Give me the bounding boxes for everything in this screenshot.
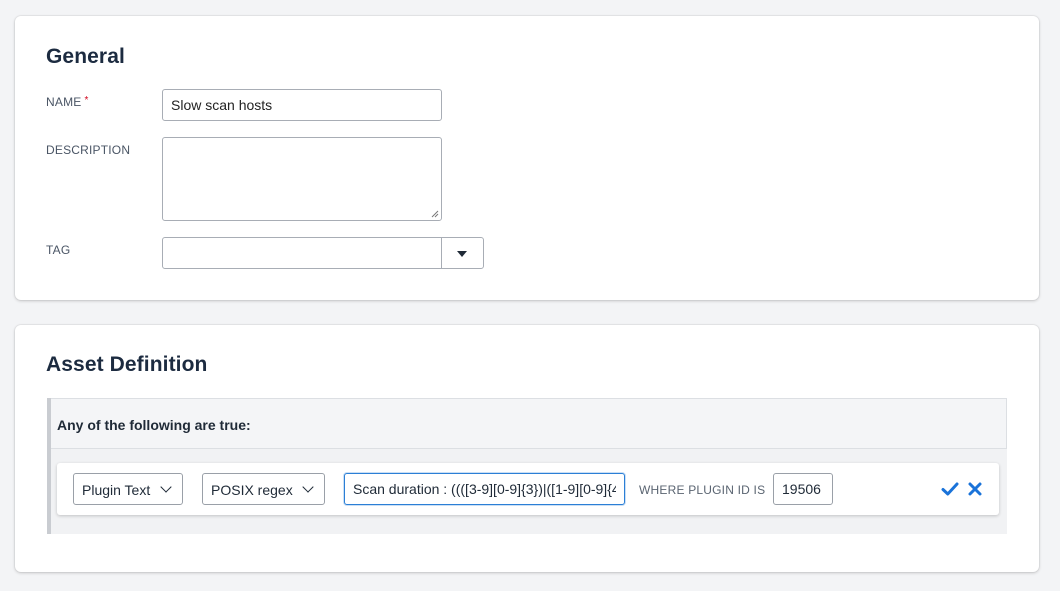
asset-definition-section-title: Asset Definition [46,353,208,376]
general-section-title: General [46,45,125,68]
where-plugin-id-label: WHERE PLUGIN ID IS [639,483,766,497]
plugin-id-input[interactable] [773,473,833,505]
asset-definition-card: Asset Definition Any of the following ar… [15,325,1039,572]
rule-row: Plugin Text POSIX regex WHERE PLUGIN ID … [57,463,999,515]
name-label: NAME * [46,95,89,109]
description-textarea[interactable] [162,137,442,221]
required-marker: * [84,95,89,106]
resize-grip-icon[interactable] [431,210,439,218]
operator-select-label: POSIX regex [211,482,293,498]
name-label-text: NAME [46,95,82,109]
chevron-down-icon [302,481,314,493]
check-icon[interactable] [941,480,959,498]
tag-select[interactable] [162,237,484,269]
close-icon[interactable] [966,480,984,498]
tag-select-divider [441,238,442,268]
chevron-down-icon [160,481,172,493]
tag-label: TAG [46,243,71,257]
rules-group: Any of the following are true: Plugin Te… [47,398,1007,534]
description-label: DESCRIPTION [46,143,131,157]
name-input[interactable] [162,89,442,121]
rules-group-header: Any of the following are true: [51,398,1007,449]
condition-header-text: Any of the following are true: [57,417,251,433]
field-select[interactable]: Plugin Text [73,473,183,505]
caret-down-icon[interactable] [457,251,467,257]
field-select-label: Plugin Text [82,482,151,498]
rule-value-input[interactable] [344,473,625,505]
general-card: General NAME* DESCRIPTION TAG [15,16,1039,300]
operator-select[interactable]: POSIX regex [202,473,325,505]
